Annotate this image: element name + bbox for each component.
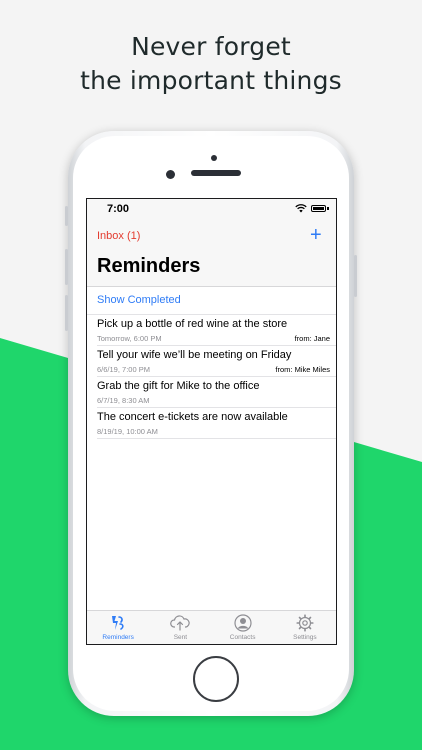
show-completed-button[interactable]: Show Completed [97, 294, 181, 306]
reminder-list: Pick up a bottle of red wine at the stor… [87, 315, 336, 439]
status-bar: 7:00 [87, 199, 336, 219]
divider [97, 438, 336, 439]
reminder-date: 6/6/19, 7:00 PM [97, 365, 150, 374]
volume-up-button [65, 249, 68, 285]
sensor-dot [211, 155, 217, 161]
reminder-title: Tell your wife we’ll be meeting on Frida… [97, 349, 292, 361]
add-reminder-button[interactable]: + [310, 224, 322, 246]
reminder-title: Pick up a bottle of red wine at the stor… [97, 318, 288, 330]
battery-tip [327, 207, 329, 210]
reminder-date: 6/7/19, 8:30 AM [97, 396, 150, 405]
reminder-date: 8/19/19, 10:00 AM [97, 427, 158, 436]
home-button[interactable] [193, 656, 239, 702]
wifi-icon [295, 204, 307, 213]
tab-label: Settings [293, 634, 317, 641]
cloud-upload-icon [170, 615, 191, 631]
reminder-sender: from: Mike Miles [275, 365, 330, 374]
reminder-title: Grab the gift for Mike to the office [97, 380, 260, 392]
headline-line-2: the important things [80, 66, 342, 95]
tab-bar: Reminders Sent Contacts Settings [87, 610, 336, 644]
tab-sent[interactable]: Sent [149, 611, 211, 644]
tab-settings[interactable]: Settings [274, 611, 336, 644]
tab-reminders[interactable]: Reminders [87, 611, 149, 644]
power-button [354, 255, 357, 297]
front-camera [166, 170, 175, 179]
reminder-item[interactable]: Grab the gift for Mike to the office 6/7… [87, 377, 336, 408]
battery-icon [311, 205, 326, 212]
navigation-bar: Inbox (1) + Reminders [87, 219, 336, 287]
plus-icon: + [310, 224, 322, 246]
inbox-back-link[interactable]: Inbox (1) [97, 230, 140, 242]
app-screen: 7:00 Inbox (1) + Reminders Show Complete… [86, 198, 337, 645]
silent-switch [65, 206, 68, 226]
reminder-title: The concert e-tickets are now available [97, 411, 288, 423]
person-icon [234, 614, 252, 632]
status-time: 7:00 [107, 203, 130, 215]
tab-label: Reminders [102, 634, 134, 641]
tab-label: Contacts [229, 634, 256, 641]
reminder-item[interactable]: Pick up a bottle of red wine at the stor… [87, 315, 336, 346]
reminder-sender: from: Jane [294, 334, 330, 343]
reminder-item[interactable]: Tell your wife we’ll be meeting on Frida… [87, 346, 336, 377]
earpiece-speaker [191, 170, 241, 176]
gear-icon [296, 614, 314, 632]
volume-down-button [65, 295, 68, 331]
page-title: Reminders [97, 255, 201, 277]
reminder-date: Tomorrow, 6:00 PM [97, 334, 162, 343]
reminders-icon [112, 616, 124, 630]
headline: Never forget the important things [0, 30, 422, 98]
tab-label: Sent [173, 634, 188, 641]
tab-contacts[interactable]: Contacts [212, 611, 274, 644]
reminder-item[interactable]: The concert e-tickets are now available … [87, 408, 336, 439]
headline-line-1: Never forget [131, 32, 291, 61]
